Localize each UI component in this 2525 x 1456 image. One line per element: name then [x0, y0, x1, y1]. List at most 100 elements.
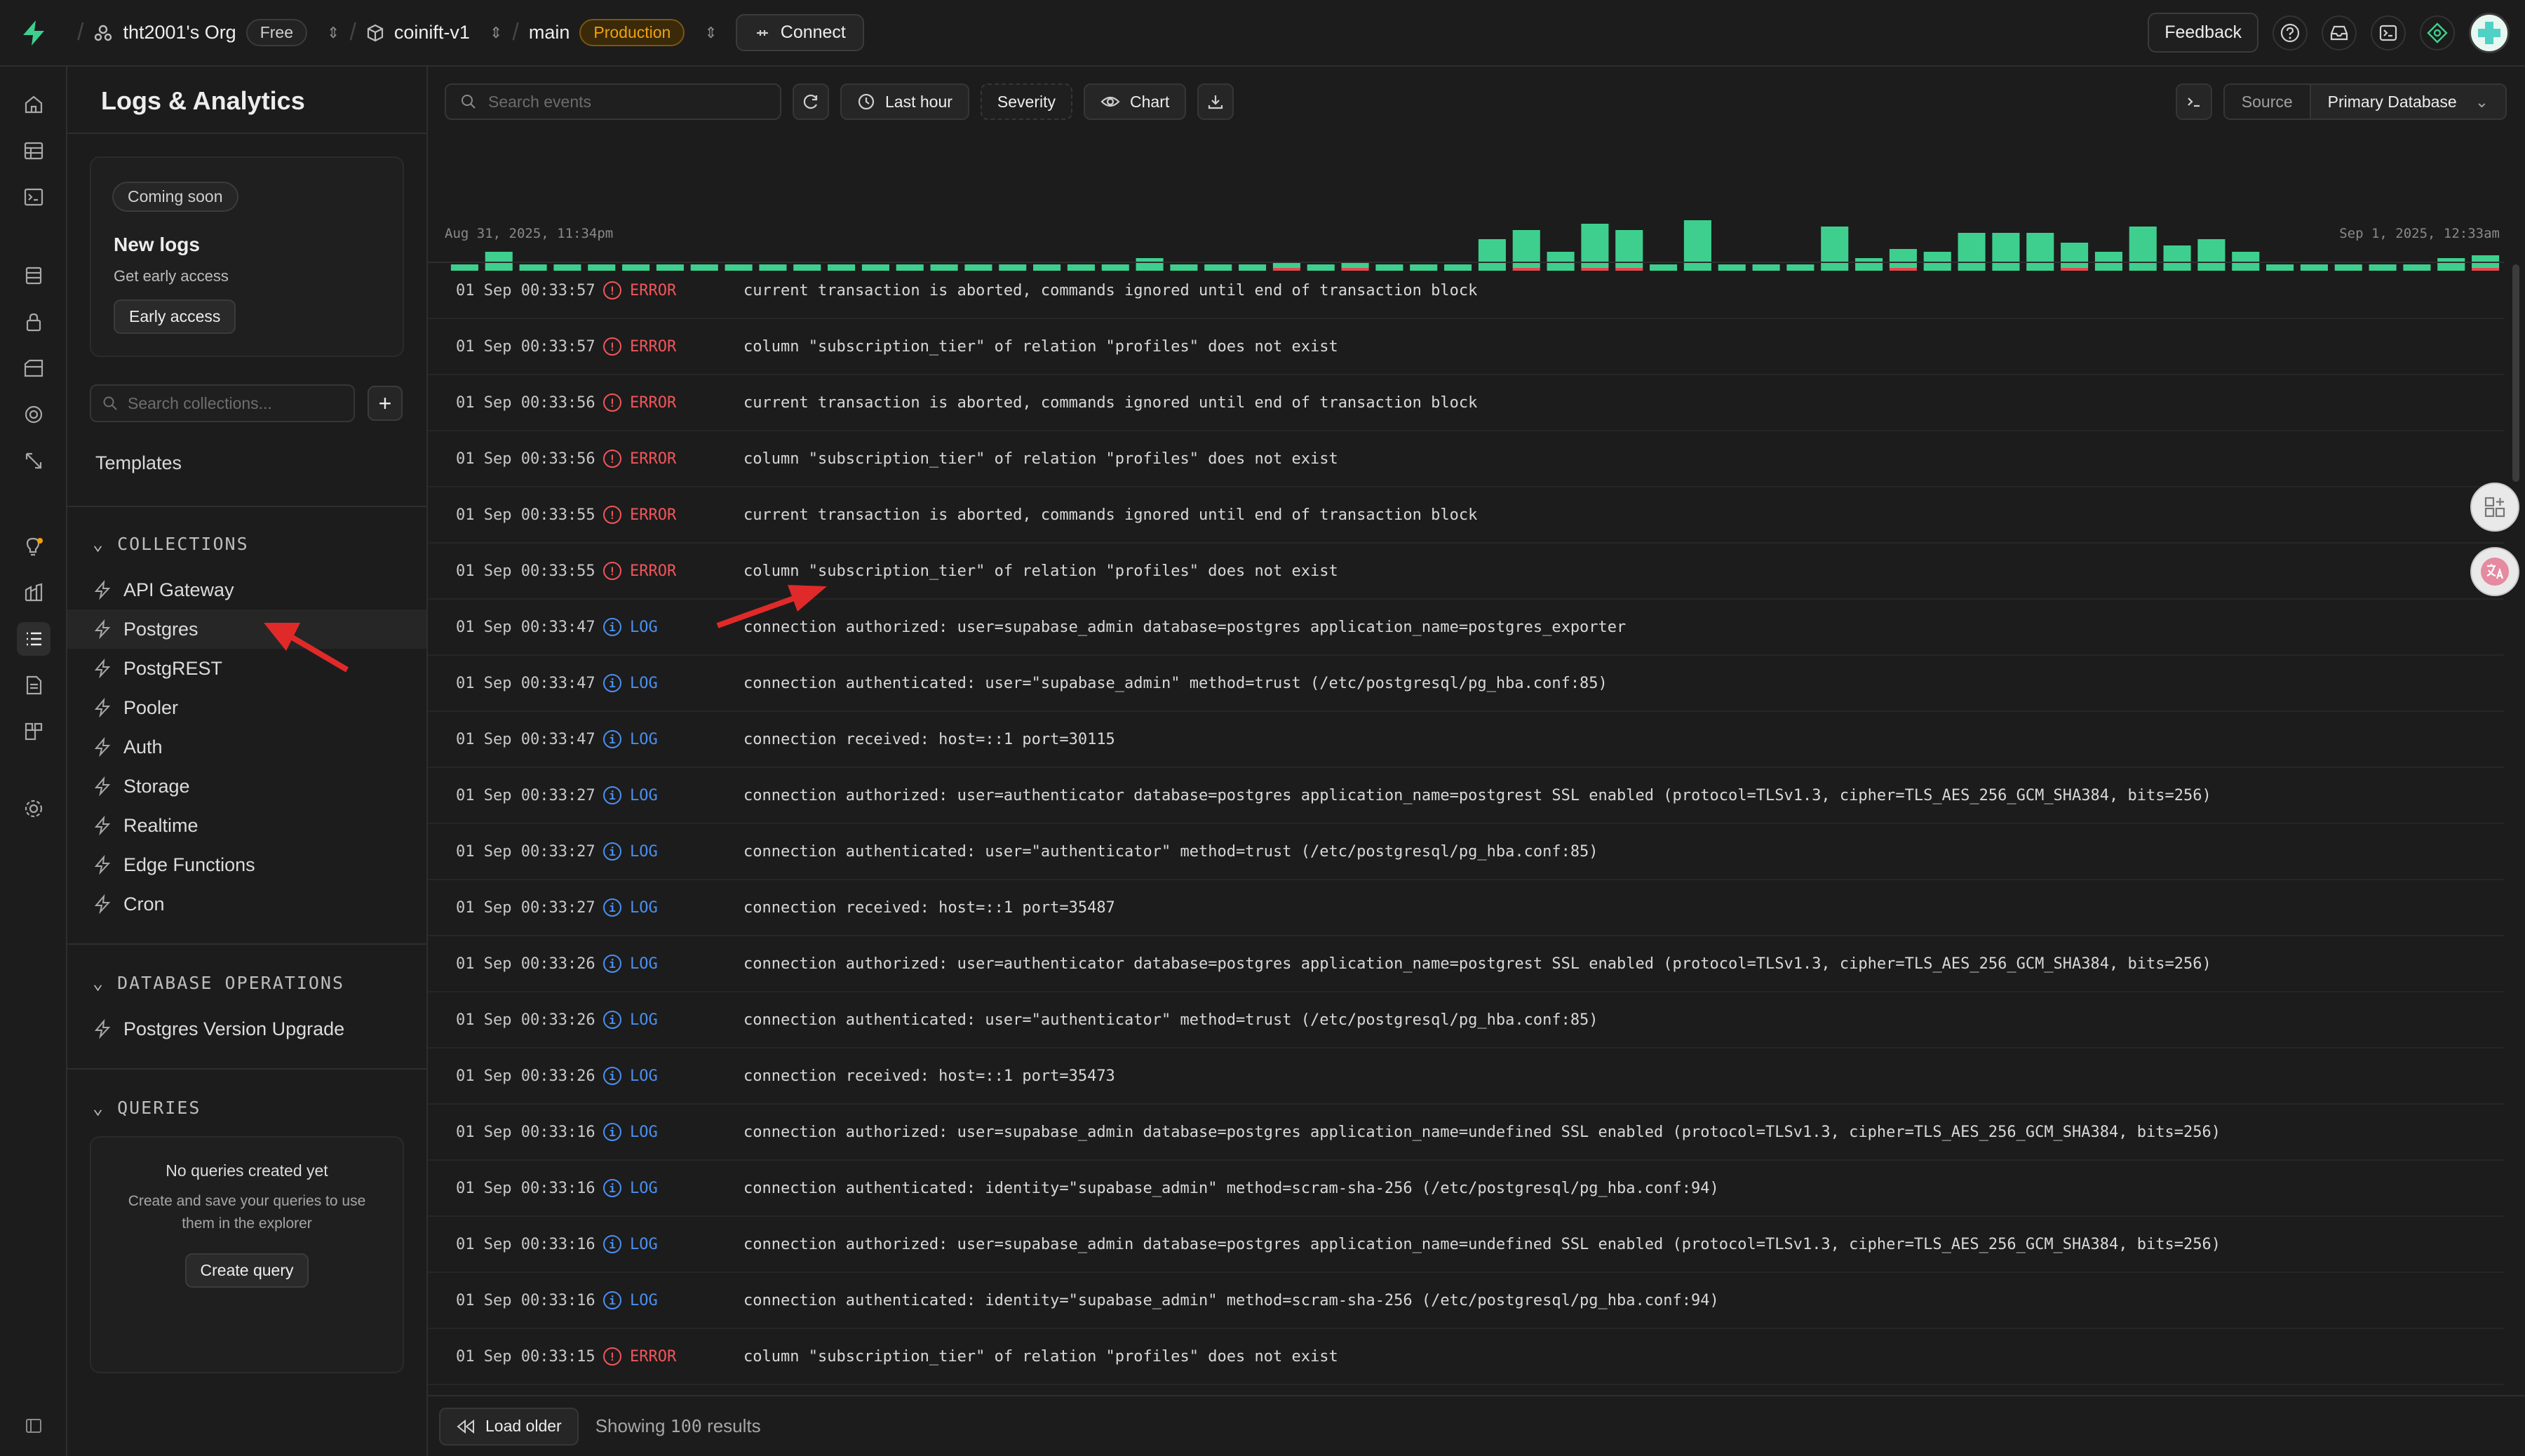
logs-list-icon[interactable]: [17, 622, 50, 656]
top-bar: / tht2001's Org Free ⇕ / coinift-v1 ⇕ / …: [0, 0, 2525, 67]
log-row[interactable]: 01 Sep 00:33:27 i LOG connection authorized…: [428, 768, 2504, 824]
early-access-button[interactable]: Early access: [114, 299, 236, 334]
source-selector[interactable]: Source Primary Database ⌄: [2223, 83, 2507, 120]
eye-icon: [1100, 96, 1120, 107]
chevron-updown-icon[interactable]: ⇕: [327, 25, 339, 41]
floating-translate-button[interactable]: [2470, 547, 2519, 596]
log-row[interactable]: 01 Sep 00:33:57 ! ERROR current transaction…: [428, 263, 2504, 319]
integrations-icon[interactable]: [17, 715, 50, 748]
branch-selector[interactable]: main Production ⇕: [529, 19, 718, 46]
table-editor-icon[interactable]: [17, 134, 50, 168]
assistant-icon[interactable]: [2420, 15, 2455, 50]
supabase-logo-icon[interactable]: [0, 20, 67, 46]
info-circle-icon: i: [603, 1011, 621, 1029]
download-button[interactable]: [1197, 83, 1234, 120]
sidebar-item-realtime[interactable]: Realtime: [67, 806, 426, 845]
realtime-icon[interactable]: [17, 398, 50, 431]
log-table: 01 Sep 00:33:57! ERROR current transaction…: [428, 262, 2504, 1395]
log-row[interactable]: 01 Sep 00:33:26 i LOG connection received: …: [428, 1049, 2504, 1105]
database-operations-section-header[interactable]: ⌄ DATABASE OPERATIONS: [93, 973, 344, 993]
home-icon[interactable]: [17, 88, 50, 121]
log-row[interactable]: 01 Sep 00:33:47 i LOG connection received: …: [428, 712, 2504, 768]
sidebar-title: Logs & Analytics: [101, 86, 305, 115]
log-level: ! ERROR: [603, 337, 743, 356]
log-row[interactable]: 01 Sep 00:33:16 i LOG connection authorized…: [428, 1105, 2504, 1161]
sidebar-item-cron[interactable]: Cron: [67, 884, 426, 924]
clock-icon: [858, 93, 875, 110]
log-row[interactable]: 01 Sep 00:33:27 i LOG connection authentica…: [428, 824, 2504, 880]
breadcrumb-separator: /: [349, 19, 356, 46]
sidebar-item-postgres[interactable]: Postgres: [67, 609, 426, 649]
log-row[interactable]: 01 Sep 00:33:16 i LOG connection authorized…: [428, 1217, 2504, 1273]
info-circle-icon: i: [603, 1067, 621, 1085]
sidebar-item-storage[interactable]: Storage: [67, 767, 426, 806]
refresh-button[interactable]: [793, 83, 829, 120]
grid-plus-icon: [2484, 497, 2505, 518]
storage-icon[interactable]: [17, 351, 50, 385]
collections-section-header[interactable]: ⌄ COLLECTIONS: [93, 534, 249, 554]
log-row[interactable]: 01 Sep 00:33:26 i LOG connection authentica…: [428, 992, 2504, 1049]
log-row[interactable]: 01 Sep 00:33:16 i LOG connection authentica…: [428, 1161, 2504, 1217]
add-collection-button[interactable]: +: [368, 386, 403, 421]
search-icon: [462, 95, 476, 109]
templates-link[interactable]: Templates: [95, 452, 182, 474]
create-query-button[interactable]: Create query: [184, 1253, 309, 1288]
source-value[interactable]: Primary Database ⌄: [2310, 85, 2505, 119]
user-avatar[interactable]: [2469, 12, 2510, 53]
collections-search-input[interactable]: Search collections...: [90, 384, 355, 422]
database-icon[interactable]: [17, 259, 50, 292]
log-row[interactable]: 01 Sep 00:33:57 ! ERROR column "subscriptio…: [428, 319, 2504, 375]
edge-functions-icon[interactable]: [17, 444, 50, 478]
log-timestamp: 01 Sep 00:33:47: [456, 674, 595, 692]
auth-lock-icon[interactable]: [17, 305, 50, 339]
rewind-icon: [457, 1419, 474, 1434]
log-row[interactable]: 01 Sep 00:33:56 ! ERROR column "subscriptio…: [428, 431, 2504, 487]
sidebar-item-api-gateway[interactable]: API Gateway: [67, 570, 426, 609]
time-range-button[interactable]: Last hour: [840, 83, 969, 120]
chart-toggle-button[interactable]: Chart: [1084, 83, 1187, 120]
connect-button[interactable]: Connect: [735, 14, 864, 51]
reports-icon[interactable]: [17, 576, 50, 609]
floating-toolbox-button[interactable]: [2470, 483, 2519, 532]
collapse-sidebar-icon[interactable]: [17, 1409, 50, 1443]
load-older-button[interactable]: Load older: [439, 1407, 579, 1445]
queries-section-header[interactable]: ⌄ QUERIES: [93, 1098, 201, 1118]
sidebar-item-pooler[interactable]: Pooler: [67, 688, 426, 727]
log-row[interactable]: 01 Sep 00:33:16 i LOG connection authentica…: [428, 1273, 2504, 1329]
sidebar-item-postgres-version-upgrade[interactable]: Postgres Version Upgrade: [67, 1009, 426, 1049]
log-timestamp: 01 Sep 00:33:47: [456, 618, 595, 636]
feedback-button[interactable]: Feedback: [2148, 13, 2258, 53]
log-row[interactable]: 01 Sep 00:33:27 i LOG connection received: …: [428, 880, 2504, 936]
events-histogram[interactable]: [447, 133, 2503, 274]
sidebar-item-auth[interactable]: Auth: [67, 727, 426, 767]
open-query-editor-button[interactable]: [2175, 83, 2212, 120]
settings-gear-icon[interactable]: [17, 792, 50, 825]
sidebar-item-postgrest[interactable]: PostgREST: [67, 649, 426, 688]
chevron-updown-icon[interactable]: ⇕: [704, 25, 717, 41]
search-events-input[interactable]: Search events: [445, 83, 781, 120]
histogram-end-label: Sep 1, 2025, 12:33am: [2339, 226, 2500, 241]
log-row[interactable]: 01 Sep 00:33:15 ! ERROR column "subscriptio…: [428, 1329, 2504, 1385]
chevron-updown-icon[interactable]: ⇕: [490, 25, 502, 41]
sidebar-item-edge-functions[interactable]: Edge Functions: [67, 845, 426, 884]
branch-name: main: [528, 22, 570, 43]
org-selector[interactable]: tht2001's Org Free ⇕: [93, 19, 339, 46]
severity-filter-button[interactable]: Severity: [980, 83, 1072, 120]
log-timestamp: 01 Sep 00:33:27: [456, 786, 595, 804]
project-selector[interactable]: coinift-v1 ⇕: [366, 22, 502, 43]
log-scrollbar[interactable]: [2512, 264, 2519, 482]
inbox-icon[interactable]: [2322, 15, 2357, 50]
help-icon[interactable]: [2272, 15, 2308, 50]
log-row[interactable]: 01 Sep 00:33:55 ! ERROR current transaction…: [428, 487, 2504, 544]
api-docs-icon[interactable]: [17, 668, 50, 702]
bolt-icon: [94, 1019, 111, 1039]
log-row[interactable]: 01 Sep 00:33:47 i LOG connection authentica…: [428, 656, 2504, 712]
log-message: connection authorized: user=authenticato…: [743, 786, 2211, 804]
terminal-icon[interactable]: [2371, 15, 2406, 50]
log-row[interactable]: 01 Sep 00:33:26 i LOG connection authorized…: [428, 936, 2504, 992]
advisors-bulb-icon[interactable]: [17, 530, 50, 563]
sql-editor-icon[interactable]: [17, 180, 50, 214]
log-message: connection authenticated: identity="supa…: [743, 1291, 1719, 1309]
log-timestamp: 01 Sep 00:33:56: [456, 450, 595, 468]
log-row[interactable]: 01 Sep 00:33:56 ! ERROR current transaction…: [428, 375, 2504, 431]
